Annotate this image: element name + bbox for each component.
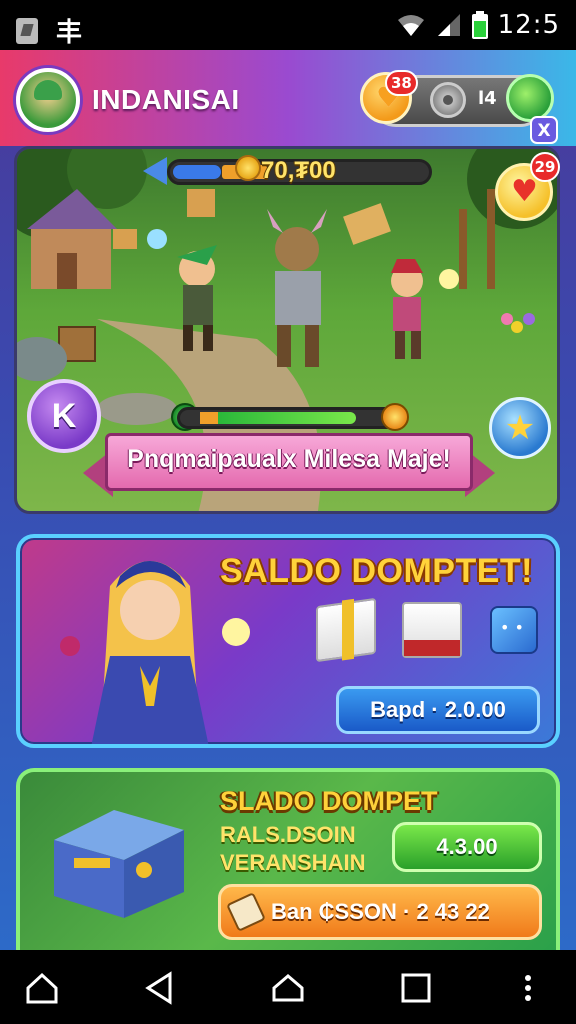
avatar[interactable] <box>16 68 80 132</box>
back-icon[interactable] <box>142 970 178 1006</box>
progress-fill-orange <box>200 412 218 424</box>
chest-illustration <box>54 810 184 918</box>
offer-title: SALDO DOMPTET! <box>220 552 533 590</box>
star-button[interactable]: ★ <box>489 397 551 459</box>
system-nav-bar <box>0 950 576 1024</box>
star-icon: ★ <box>504 408 536 448</box>
quest-ribbon[interactable]: Pnqmaipaualx Milesa Maje! <box>83 433 495 497</box>
offer-cta-label: Ban ₵SSON · 2 43 22 <box>271 899 490 924</box>
resource-value: l4 <box>478 88 497 109</box>
ribbon-text: Pnqmaipaualx Milesa Maje! <box>127 445 451 473</box>
progress-fill-green <box>218 412 356 424</box>
gem-icon[interactable] <box>506 74 554 122</box>
price-button[interactable]: 4.3.00 <box>392 822 542 872</box>
offer-cta-button[interactable]: Ban ₵SSON · 2 43 22 <box>218 884 542 940</box>
offer-title: SLADO DOMPET <box>220 786 438 816</box>
home-icon[interactable] <box>270 970 306 1006</box>
gear-icon[interactable] <box>430 82 466 118</box>
heart-count-badge: 29 <box>530 152 560 182</box>
offer-card-secondary[interactable]: SLADO DOMPET RALS.DSOIN VERANSHAIN 4.3.0… <box>16 768 560 958</box>
arrow-icon <box>143 157 167 185</box>
scroll-icon <box>226 892 266 932</box>
image-icon <box>16 17 38 44</box>
village-scene[interactable]: 70,₮00 ♥ K ★ Pnqmaipaualx Milesa Maje! <box>14 146 560 514</box>
gift-box-icon <box>316 597 376 663</box>
xp-value: 70,₮00 <box>261 157 336 184</box>
dice-icon <box>490 606 538 654</box>
xp-fill <box>173 165 221 179</box>
offer-card-primary[interactable]: SALDO DOMPTET! Bapd · 2.0.00 <box>16 534 560 748</box>
player-name: INDANISAI <box>92 84 240 115</box>
progress-end-icon <box>381 403 409 431</box>
signal-icon <box>437 14 460 36</box>
status-bar: 丰 12:5 <box>0 0 576 50</box>
gift-box-icon <box>402 602 462 658</box>
offer-buy-button[interactable]: Bapd · 2.0.00 <box>336 686 540 734</box>
top-header: INDANISAI 38 l4 X <box>0 50 576 146</box>
hearts-badge: 38 <box>385 70 418 96</box>
close-button[interactable]: X <box>530 116 558 144</box>
home-outline-icon[interactable] <box>24 970 60 1006</box>
wifi-icon <box>397 15 424 36</box>
more-icon[interactable] <box>510 970 546 1006</box>
recents-icon[interactable] <box>398 970 434 1006</box>
coin-icon <box>235 155 261 181</box>
heart-icon: ♥ <box>511 174 538 209</box>
offer-subtitle: VERANSHAIN <box>220 850 366 875</box>
clock: 12:5 <box>497 10 560 40</box>
progress-bar <box>177 407 405 429</box>
offer-subtitle: RALS.DSOIN <box>220 822 356 847</box>
status-glyph: 丰 <box>56 18 83 48</box>
battery-icon <box>471 11 488 39</box>
